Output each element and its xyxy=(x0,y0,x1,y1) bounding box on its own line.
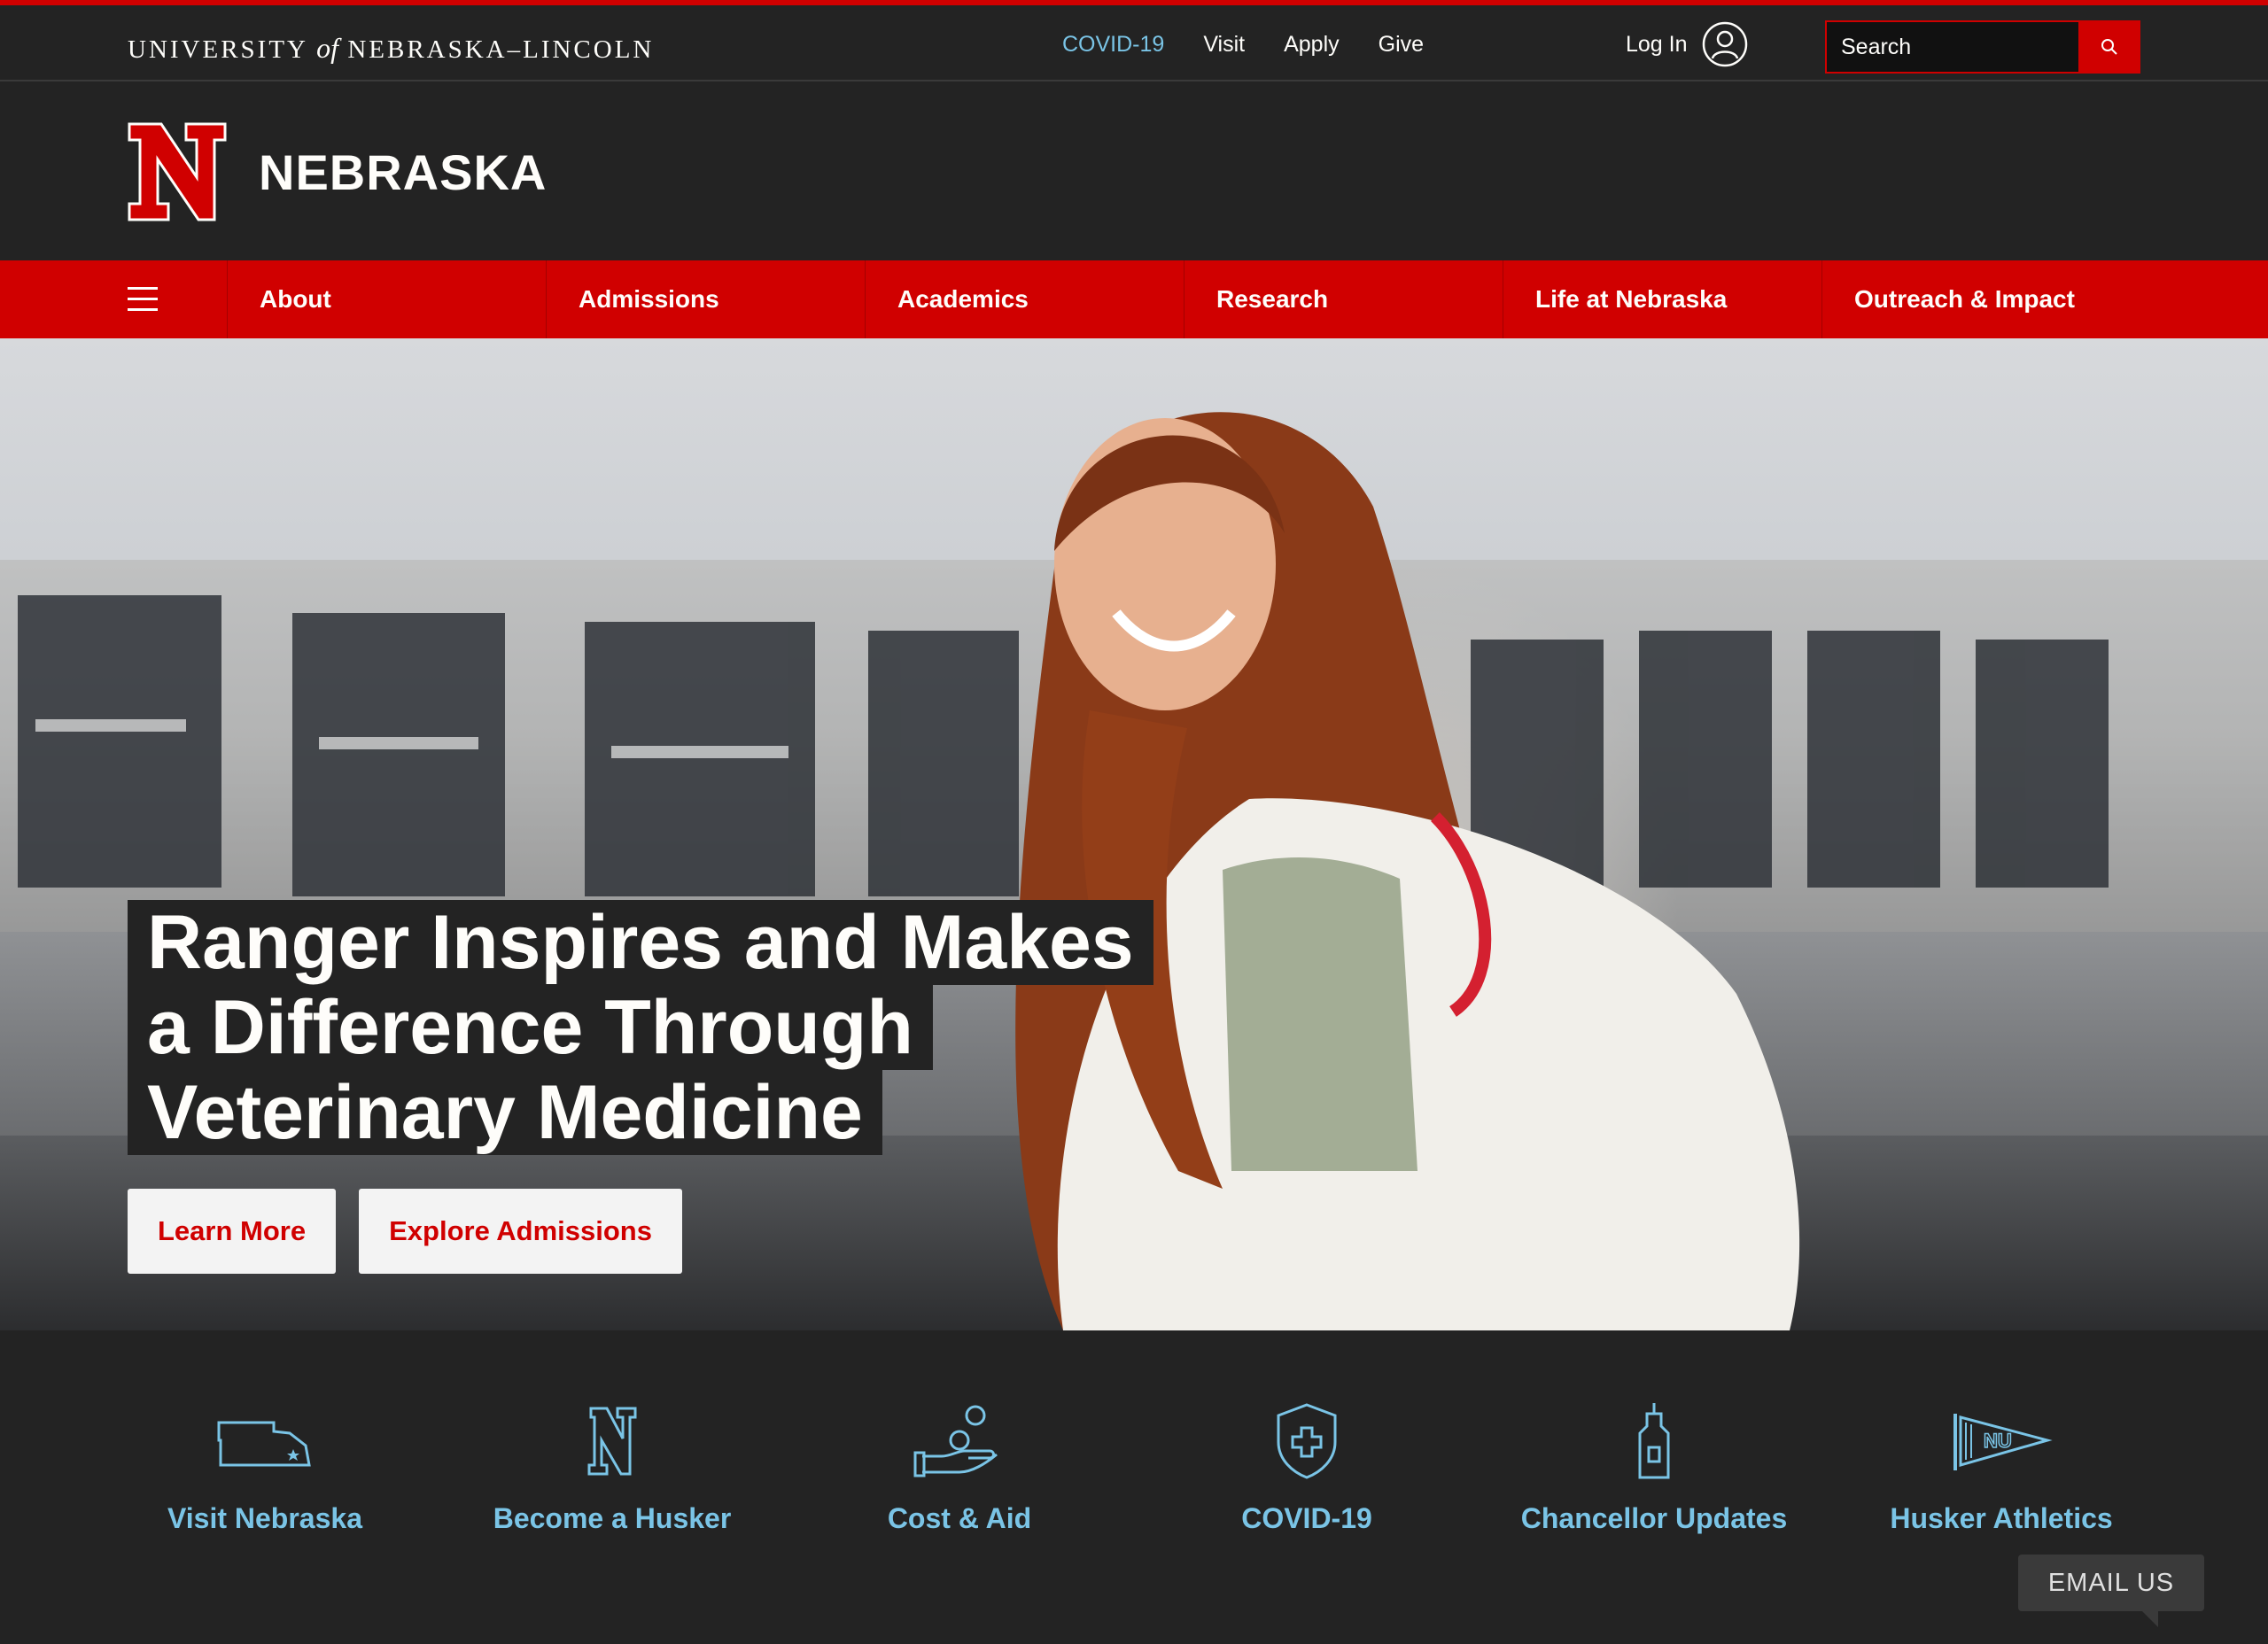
nav-item-academics[interactable]: Academics xyxy=(865,260,1184,338)
quicklink-label: COVID-19 xyxy=(1241,1502,1372,1534)
quick-links: Visit Nebraska Become a Husker Cost & Ai… xyxy=(0,1330,2268,1644)
nav-item-about[interactable]: About xyxy=(227,260,546,338)
svg-text:NU: NU xyxy=(1984,1430,2012,1452)
university-wordmark[interactable]: UNIVERSITY of NEBRASKA–LINCOLN xyxy=(128,32,654,65)
quicklink-label: Become a Husker xyxy=(493,1502,732,1534)
pennant-icon: NU xyxy=(1953,1414,2053,1470)
user-icon xyxy=(1702,21,1747,67)
utility-link-visit[interactable]: Visit xyxy=(1203,32,1245,58)
headline-line-2: a Difference Through xyxy=(128,985,933,1070)
hand-coin-icon xyxy=(913,1405,998,1477)
quicklink-become-husker[interactable]: Become a Husker xyxy=(439,1401,786,1536)
n-logo-icon xyxy=(587,1407,637,1476)
login-link[interactable]: Log In xyxy=(1626,21,1748,67)
nav-item-life[interactable]: Life at Nebraska xyxy=(1503,260,1821,338)
quicklink-label: Cost & Aid xyxy=(887,1502,1032,1534)
wordmark-of: of xyxy=(316,32,339,64)
hero-banner: Ranger Inspires and Makes a Difference T… xyxy=(0,338,2268,1330)
explore-admissions-button[interactable]: Explore Admissions xyxy=(359,1189,682,1274)
search-input[interactable] xyxy=(1825,20,2078,74)
wordmark-part: NEBRASKA–LINCOLN xyxy=(338,35,655,64)
quicklink-covid[interactable]: COVID-19 xyxy=(1133,1401,1480,1536)
wordmark-part: UNIVERSITY xyxy=(128,35,317,64)
hero-headline: Ranger Inspires and Makes a Difference T… xyxy=(128,900,1153,1155)
nav-item-admissions[interactable]: Admissions xyxy=(546,260,865,338)
quicklink-husker-athletics[interactable]: NU Husker Athletics xyxy=(1828,1401,2175,1536)
nebraska-map-icon xyxy=(217,1421,311,1467)
utility-links: COVID-19 Visit Apply Give xyxy=(1062,32,1424,58)
quicklink-label: Visit Nebraska xyxy=(167,1502,362,1534)
nav-items: About Admissions Academics Research Life… xyxy=(227,260,2140,338)
headline-line-3: Veterinary Medicine xyxy=(128,1070,882,1155)
quicklink-cost-aid[interactable]: Cost & Aid xyxy=(786,1401,1133,1536)
utility-link-covid[interactable]: COVID-19 xyxy=(1062,32,1164,58)
tower-icon xyxy=(1638,1403,1670,1479)
search-icon xyxy=(2101,39,2117,55)
quicklink-label: Chancellor Updates xyxy=(1520,1502,1788,1534)
nav-item-outreach[interactable]: Outreach & Impact xyxy=(1821,260,2140,338)
learn-more-button[interactable]: Learn More xyxy=(128,1189,337,1274)
headline-line-1: Ranger Inspires and Makes xyxy=(128,900,1153,985)
quicklink-chancellor-updates[interactable]: Chancellor Updates xyxy=(1480,1401,1828,1536)
search-button[interactable] xyxy=(2078,20,2140,74)
brand-bar: NEBRASKA xyxy=(0,81,2268,260)
hero-student-photo xyxy=(1015,412,1800,1330)
quicklink-label: Husker Athletics xyxy=(1890,1502,2113,1534)
email-us-button[interactable]: EMAIL US xyxy=(2018,1555,2204,1627)
brand-name[interactable]: NEBRASKA xyxy=(259,143,547,201)
utility-link-apply[interactable]: Apply xyxy=(1284,32,1340,58)
utility-link-give[interactable]: Give xyxy=(1379,32,1424,58)
hero-cta-row: Learn More Explore Admissions xyxy=(128,1189,682,1274)
n-logo-icon[interactable] xyxy=(128,122,227,221)
utility-bar: UNIVERSITY of NEBRASKA–LINCOLN COVID-19 … xyxy=(0,5,2268,81)
menu-icon[interactable] xyxy=(128,287,158,312)
shield-cross-icon xyxy=(1277,1403,1337,1479)
nav-item-research[interactable]: Research xyxy=(1184,260,1503,338)
quicklink-visit-nebraska[interactable]: Visit Nebraska xyxy=(91,1401,439,1536)
main-nav: About Admissions Academics Research Life… xyxy=(0,260,2268,338)
search-box xyxy=(1825,20,2140,74)
login-label: Log In xyxy=(1626,31,1688,57)
